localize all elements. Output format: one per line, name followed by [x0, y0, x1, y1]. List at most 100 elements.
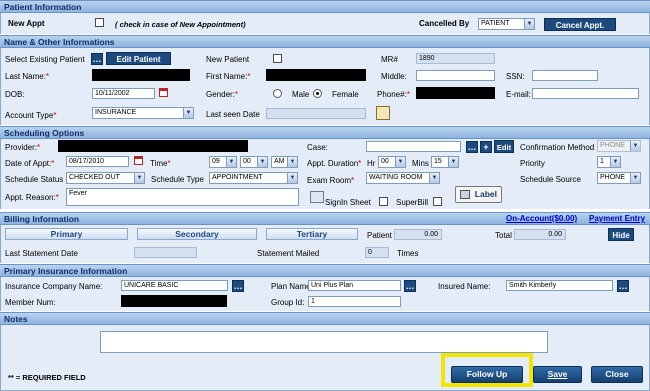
- tab-primary[interactable]: Primary: [5, 228, 128, 240]
- group-label: Group Id:: [271, 298, 305, 307]
- statement-mailed-field: 0: [365, 247, 389, 258]
- select-patient-button[interactable]: …: [91, 53, 103, 65]
- case-field[interactable]: [366, 141, 461, 152]
- notes-field[interactable]: ˙: [100, 331, 548, 353]
- time-hour-select[interactable]: 09 ▼: [209, 156, 237, 168]
- history-icon[interactable]: [376, 106, 390, 120]
- time-minute-select[interactable]: 00 ▼: [240, 156, 268, 168]
- label-printer-icon: [460, 190, 470, 199]
- hide-button[interactable]: Hide: [608, 228, 634, 241]
- phone-field-redacted[interactable]: [416, 87, 495, 99]
- duration-hr-select[interactable]: 00 ▼: [378, 156, 406, 168]
- mr-label: MR#: [381, 55, 398, 64]
- case-browse-button[interactable]: …: [466, 141, 478, 153]
- confirmation-select[interactable]: PHONE ▼: [597, 140, 641, 152]
- insured-field[interactable]: Smith Kimberly: [506, 280, 613, 291]
- total-field: 0.00: [514, 229, 566, 240]
- cancelled-by-select[interactable]: PATIENT ▼: [478, 18, 535, 30]
- patient-balance-label: Patient: [367, 231, 392, 240]
- duration-mins-select[interactable]: 15 ▼: [431, 156, 459, 168]
- date-field[interactable]: 08/17/2010: [66, 156, 129, 167]
- statement-mailed-label: Statement Mailed: [257, 249, 320, 258]
- last-name-label: Last Name:*: [5, 72, 50, 81]
- phone-label: Phone#:*: [377, 90, 410, 99]
- company-field[interactable]: UNICARE BASIC: [121, 280, 228, 291]
- priority-select[interactable]: 1 ▼: [597, 156, 621, 168]
- chevron-down-icon: ▼: [134, 173, 144, 183]
- tab-tertiary[interactable]: Tertiary: [266, 228, 358, 240]
- follow-up-button[interactable]: Follow Up: [451, 366, 523, 383]
- email-field[interactable]: [532, 88, 639, 99]
- ssn-label: SSN:: [506, 72, 525, 81]
- chevron-down-icon: ▼: [226, 157, 236, 167]
- last-name-field-redacted[interactable]: [92, 69, 190, 81]
- exam-room-select[interactable]: WAITING ROOM ▼: [366, 172, 440, 184]
- last-seen-field: [266, 108, 366, 119]
- mr-field: 1890: [416, 53, 495, 64]
- chevron-down-icon: ▼: [183, 108, 193, 118]
- calendar-icon[interactable]: [159, 88, 168, 97]
- new-appt-checkbox[interactable]: [95, 18, 104, 27]
- plan-label: Plan Name:: [271, 282, 313, 291]
- superbill-checkbox[interactable]: [433, 197, 442, 206]
- gender-male-radio[interactable]: [273, 89, 282, 98]
- member-label: Member Num:: [5, 298, 56, 307]
- reason-label: Appt. Reason:*: [5, 193, 59, 202]
- chevron-down-icon: ▼: [257, 157, 267, 167]
- ssn-field[interactable]: [532, 70, 598, 81]
- middle-label: Middle:: [381, 72, 407, 81]
- mins-label: Mins: [412, 159, 429, 168]
- first-name-field-redacted[interactable]: [266, 69, 366, 81]
- case-edit-button[interactable]: Edit: [494, 140, 514, 153]
- cancel-appt-button[interactable]: Cancel Appt.: [544, 18, 616, 31]
- calendar-icon[interactable]: [134, 156, 143, 165]
- email-label: E-mail:: [506, 90, 531, 99]
- plan-field[interactable]: Uni Plus Plan: [308, 280, 401, 291]
- signin-label: SignIn Sheet: [325, 198, 371, 207]
- account-type-select[interactable]: INSURANCE ▼: [92, 107, 194, 119]
- time-ampm-select[interactable]: AM ▼: [271, 156, 298, 168]
- company-label: Insurance Company Name:: [5, 282, 103, 291]
- chevron-down-icon: ▼: [630, 141, 640, 151]
- cancelled-by-label: Cancelled By: [419, 19, 470, 28]
- new-patient-checkbox[interactable]: [273, 54, 282, 63]
- group-field[interactable]: 1: [308, 296, 401, 307]
- new-appt-label: New Appt: [8, 19, 45, 28]
- type-select[interactable]: APPOINTMENT ▼: [209, 172, 298, 184]
- male-label: Male: [292, 90, 310, 99]
- edit-patient-button[interactable]: Edit Patient: [106, 52, 171, 65]
- duration-label: Appt. Duration*: [307, 159, 362, 168]
- insured-browse-button[interactable]: …: [617, 280, 629, 292]
- chevron-down-icon: ▼: [395, 157, 405, 167]
- status-select[interactable]: CHECKED OUT ▼: [66, 172, 145, 184]
- tab-secondary[interactable]: Secondary: [137, 228, 257, 240]
- superbill-label: SuperBill: [396, 198, 429, 207]
- case-label: Case:: [307, 143, 328, 152]
- reason-field[interactable]: Fever: [66, 188, 299, 206]
- required-note: ** = REQUIRED FIELD: [8, 373, 86, 382]
- member-field-redacted[interactable]: [121, 295, 227, 307]
- middle-field[interactable]: [416, 70, 495, 81]
- last-statement-label: Last Statement Date: [5, 249, 78, 258]
- chevron-down-icon: ▼: [610, 157, 620, 167]
- chevron-down-icon: ▼: [287, 173, 297, 183]
- payment-entry-link[interactable]: Payment Entry: [589, 214, 645, 223]
- insurance-header: Primary Insurance Information: [0, 264, 650, 277]
- plan-browse-button[interactable]: …: [404, 280, 416, 292]
- dob-field[interactable]: 10/11/2002: [92, 88, 155, 99]
- chevron-down-icon: ▼: [630, 173, 640, 183]
- label-button[interactable]: Label: [455, 186, 502, 203]
- provider-field-redacted[interactable]: [58, 140, 248, 152]
- close-button[interactable]: Close: [591, 366, 643, 383]
- source-select[interactable]: PHONE ▼: [597, 172, 641, 184]
- insured-label: Insured Name:: [438, 282, 491, 291]
- exam-room-label: Exam Room*: [307, 176, 355, 185]
- signin-checkbox[interactable]: [379, 197, 388, 206]
- total-label: Total: [495, 231, 512, 240]
- case-add-button[interactable]: +: [480, 141, 492, 153]
- company-browse-button[interactable]: …: [232, 280, 244, 292]
- save-button[interactable]: Save: [533, 366, 582, 383]
- last-statement-field: [134, 247, 197, 258]
- on-account-link[interactable]: On-Account($0.00): [506, 214, 577, 223]
- gender-female-radio[interactable]: [313, 89, 322, 98]
